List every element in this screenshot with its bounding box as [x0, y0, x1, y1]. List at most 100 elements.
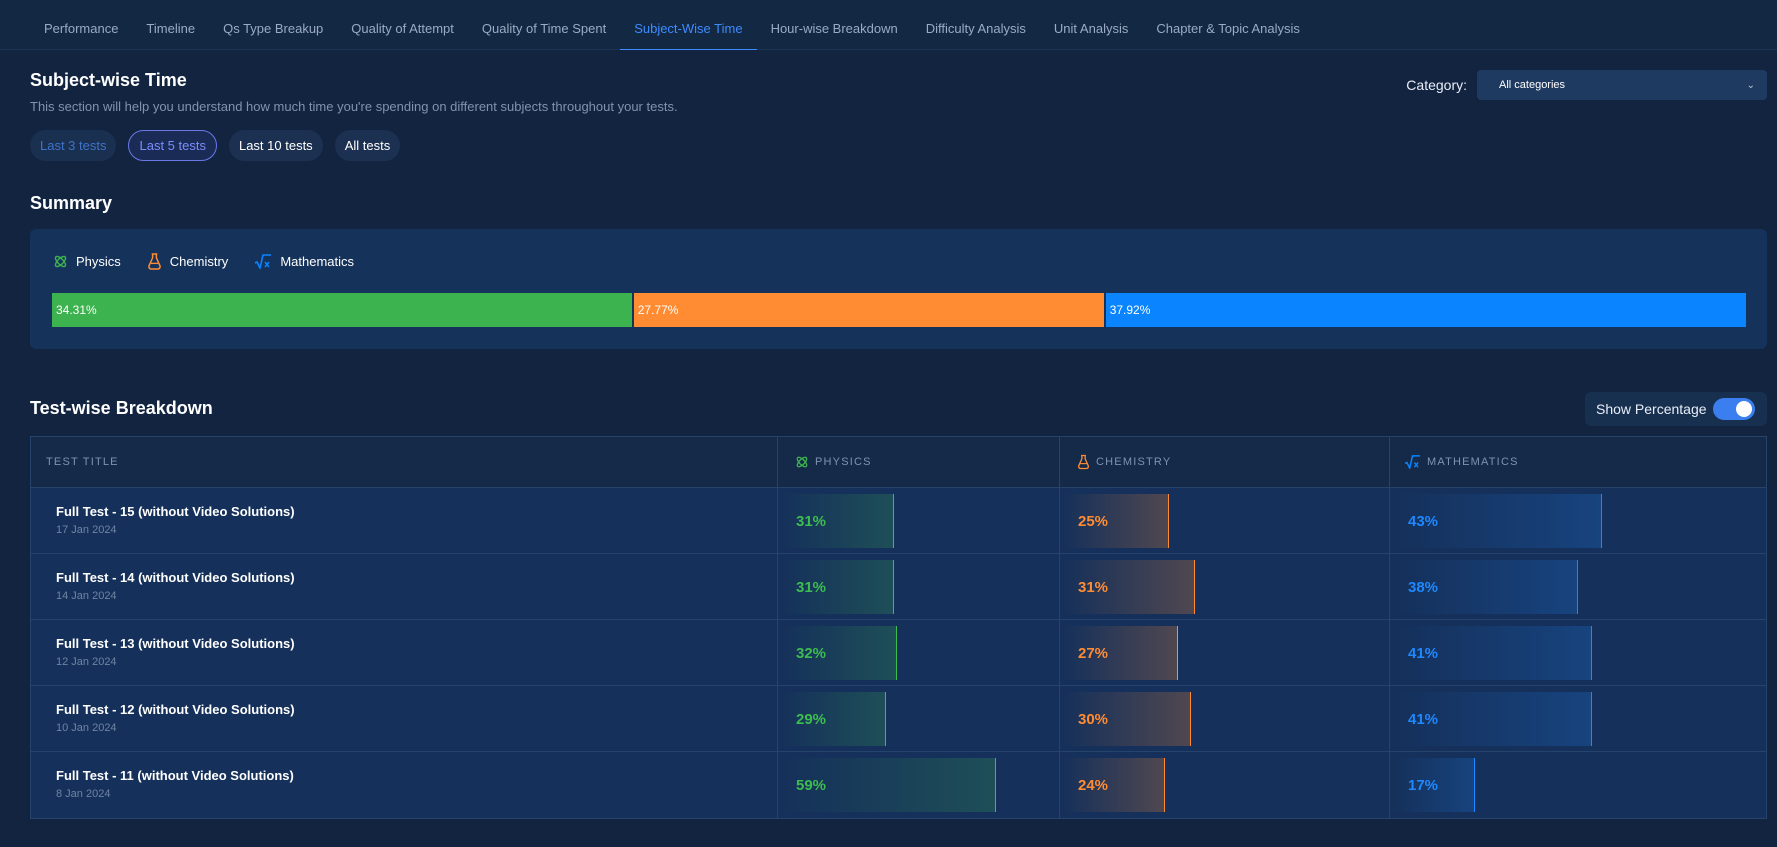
filter-last-3-tests[interactable]: Last 3 tests — [30, 130, 117, 161]
show-percentage-label: Show Percentage — [1596, 401, 1707, 417]
physics-icon — [795, 455, 809, 469]
summary-legend: Physics Chemistry Mathematics — [53, 253, 354, 270]
mathematics-cell: 38% — [1390, 554, 1766, 619]
tab-qs-type-breakup[interactable]: Qs Type Breakup — [209, 0, 337, 50]
summary-stacked-bar: 34.31% 27.77% 37.92% — [52, 293, 1746, 327]
tab-quality-of-attempt[interactable]: Quality of Attempt — [337, 0, 468, 50]
mathematics-cell: 41% — [1390, 620, 1766, 685]
show-percentage-control: Show Percentage — [1585, 392, 1767, 426]
physics-cell: 59% — [778, 752, 1060, 818]
category-filter: Category: All categories ⌄ — [1406, 70, 1767, 100]
legend-label: Mathematics — [280, 254, 355, 269]
table-row[interactable]: Full Test - 12 (without Video Solutions)… — [31, 686, 1766, 752]
test-name: Full Test - 11 (without Video Solutions) — [56, 768, 294, 783]
filter-last-5-tests[interactable]: Last 5 tests — [128, 130, 217, 161]
chevron-down-icon: ⌄ — [1746, 79, 1755, 91]
summary-panel: Physics Chemistry Mathematics 34.31% 27.7… — [30, 229, 1767, 349]
test-date: 10 Jan 2024 — [56, 722, 117, 734]
chemistry-cell: 25% — [1060, 488, 1390, 553]
test-date: 14 Jan 2024 — [56, 590, 117, 602]
physics-cell: 31% — [778, 554, 1060, 619]
test-date: 8 Jan 2024 — [56, 788, 111, 800]
table-row[interactable]: Full Test - 13 (without Video Solutions)… — [31, 620, 1766, 686]
physics-icon — [53, 254, 68, 269]
test-name: Full Test - 13 (without Video Solutions) — [56, 636, 295, 651]
section-header: Subject-wise Time This section will help… — [30, 70, 678, 114]
mathematics-cell: 43% — [1390, 488, 1766, 553]
mathematics-percentage-bar: 38% — [1392, 560, 1578, 614]
table-header: TEST TITLE PHYSICS CHEMISTRY MATHEMATICS — [31, 437, 1766, 488]
legend-label: Chemistry — [169, 254, 229, 269]
column-header-label: TEST TITLE — [46, 456, 119, 468]
tab-unit-analysis[interactable]: Unit Analysis — [1040, 0, 1142, 50]
physics-percentage-bar: 31% — [780, 494, 894, 548]
column-header-test-title: TEST TITLE — [31, 437, 778, 487]
test-title-cell: Full Test - 13 (without Video Solutions)… — [31, 620, 778, 685]
category-select[interactable]: All categories ⌄ — [1477, 70, 1767, 100]
tab-chapter-topic-analysis[interactable]: Chapter & Topic Analysis — [1142, 0, 1314, 50]
column-header-label: PHYSICS — [815, 456, 872, 468]
tab-difficulty-analysis[interactable]: Difficulty Analysis — [912, 0, 1040, 50]
test-title-cell: Full Test - 14 (without Video Solutions)… — [31, 554, 778, 619]
show-percentage-toggle[interactable] — [1712, 398, 1755, 420]
summary-segment-chemistry: 27.77% — [633, 293, 1104, 327]
mathematics-percentage-bar: 41% — [1392, 692, 1592, 746]
summary-title: Summary — [30, 193, 113, 213]
chemistry-flask-icon — [147, 253, 162, 270]
tab-timeline[interactable]: Timeline — [132, 0, 209, 50]
test-title-cell: Full Test - 11 (without Video Solutions)… — [31, 752, 778, 818]
table-row[interactable]: Full Test - 11 (without Video Solutions)… — [31, 752, 1766, 818]
page-description: This section will help you understand ho… — [30, 99, 678, 114]
mathematics-sqrt-icon — [1404, 455, 1421, 469]
table-row[interactable]: Full Test - 14 (without Video Solutions)… — [31, 554, 1766, 620]
filter-last-10-tests[interactable]: Last 10 tests — [228, 130, 323, 161]
summary-segment-mathematics: 37.92% — [1105, 293, 1746, 327]
chemistry-cell: 31% — [1060, 554, 1390, 619]
chemistry-percentage-bar: 24% — [1062, 758, 1165, 812]
top-nav: Performance Timeline Qs Type Breakup Qua… — [0, 0, 1777, 50]
test-name: Full Test - 14 (without Video Solutions) — [56, 570, 295, 585]
column-header-label: MATHEMATICS — [1427, 456, 1519, 468]
physics-percentage-bar: 31% — [780, 560, 894, 614]
physics-cell: 29% — [778, 686, 1060, 751]
summary-segment-physics: 34.31% — [52, 293, 632, 327]
legend-chemistry: Chemistry — [147, 253, 229, 270]
legend-physics: Physics — [53, 253, 121, 270]
column-header-chemistry: CHEMISTRY — [1060, 437, 1390, 487]
chemistry-percentage-bar: 27% — [1062, 626, 1178, 680]
mathematics-percentage-bar: 41% — [1392, 626, 1592, 680]
column-header-label: CHEMISTRY — [1096, 456, 1172, 468]
tab-performance[interactable]: Performance — [30, 0, 132, 50]
test-breakdown-table: TEST TITLE PHYSICS CHEMISTRY MATHEMATICS… — [30, 436, 1767, 819]
legend-mathematics: Mathematics — [254, 253, 354, 270]
mathematics-cell: 17% — [1390, 752, 1766, 818]
test-name: Full Test - 12 (without Video Solutions) — [56, 702, 295, 717]
physics-percentage-bar: 59% — [780, 758, 996, 812]
mathematics-percentage-bar: 17% — [1392, 758, 1475, 812]
table-body: Full Test - 15 (without Video Solutions)… — [31, 488, 1766, 818]
test-wise-breakdown-title: Test-wise Breakdown — [30, 398, 213, 418]
mathematics-sqrt-icon — [254, 254, 272, 269]
test-title-cell: Full Test - 12 (without Video Solutions)… — [31, 686, 778, 751]
tab-subject-wise-time[interactable]: Subject-Wise Time — [620, 0, 757, 50]
category-selected-value: All categories — [1499, 79, 1566, 91]
legend-label: Physics — [76, 254, 121, 269]
table-row[interactable]: Full Test - 15 (without Video Solutions)… — [31, 488, 1766, 554]
chemistry-percentage-bar: 30% — [1062, 692, 1191, 746]
filter-all-tests[interactable]: All tests — [334, 130, 401, 161]
test-name: Full Test - 15 (without Video Solutions) — [56, 504, 295, 519]
physics-percentage-bar: 29% — [780, 692, 886, 746]
chemistry-flask-icon — [1077, 454, 1090, 470]
test-title-cell: Full Test - 15 (without Video Solutions)… — [31, 488, 778, 553]
chemistry-cell: 30% — [1060, 686, 1390, 751]
mathematics-cell: 41% — [1390, 686, 1766, 751]
tab-quality-of-time-spent[interactable]: Quality of Time Spent — [468, 0, 620, 50]
mathematics-percentage-bar: 43% — [1392, 494, 1602, 548]
column-header-mathematics: MATHEMATICS — [1390, 437, 1766, 487]
test-date: 12 Jan 2024 — [56, 656, 117, 668]
chemistry-percentage-bar: 31% — [1062, 560, 1195, 614]
category-label: Category: — [1406, 77, 1467, 93]
column-header-physics: PHYSICS — [778, 437, 1060, 487]
chemistry-percentage-bar: 25% — [1062, 494, 1169, 548]
tab-hour-wise-breakdown[interactable]: Hour-wise Breakdown — [757, 0, 912, 50]
